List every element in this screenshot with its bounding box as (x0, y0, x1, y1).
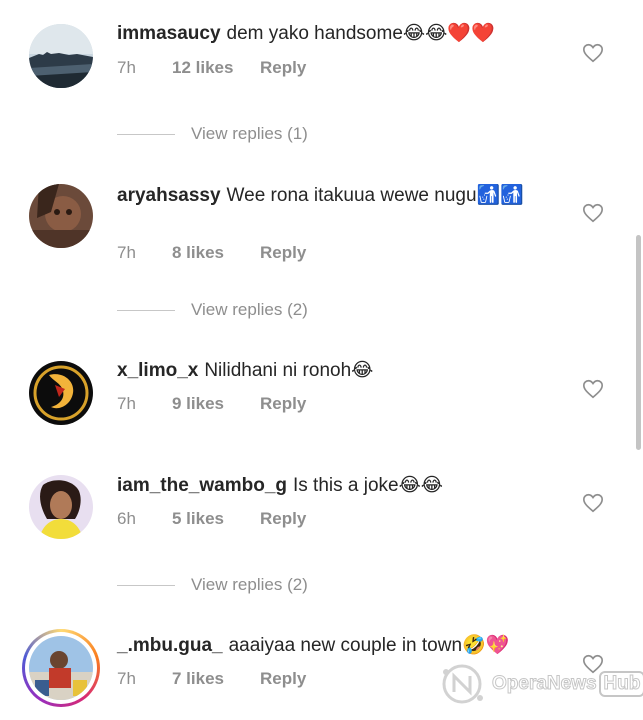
comment-time: 7h (117, 58, 136, 77)
comment-username[interactable]: immasaucy (117, 23, 221, 44)
avatar[interactable] (29, 636, 93, 700)
avatar[interactable] (29, 24, 93, 88)
comment-likes[interactable]: 12 likes (172, 58, 260, 78)
comment-time: 7h (117, 394, 136, 413)
scrollbar[interactable] (636, 235, 641, 450)
watermark-brand: OperaNews (492, 673, 598, 695)
heart-outline-icon[interactable] (582, 42, 604, 64)
view-replies-label: View replies (1) (191, 124, 308, 143)
reply-button[interactable]: Reply (260, 394, 306, 414)
comment-username[interactable]: iam_the_wambo_g (117, 475, 287, 496)
view-replies-link[interactable]: View replies (2) (117, 300, 308, 320)
comment-username[interactable]: x_limo_x (117, 360, 198, 381)
operanews-logo-icon (442, 664, 483, 704)
watermark: OperaNews Hub (440, 662, 643, 706)
comment-username[interactable]: aryahsassy (117, 185, 221, 206)
view-replies-divider (117, 584, 175, 586)
view-replies-divider (117, 309, 175, 311)
comment-meta: 7h 8 likes Reply (117, 243, 306, 263)
comment-text: _.mbu.gua_ aaaiyaa new couple in town🤣💖 (117, 630, 537, 661)
comment-emoji: 🤣💖 (462, 634, 510, 656)
comment-body: Wee rona itakuua wewe nugu (226, 185, 477, 206)
comment-text: aryahsassy Wee rona itakuua wewe nugu🚮🚮 (117, 180, 537, 211)
reply-button[interactable]: Reply (260, 58, 306, 78)
comment-text: iam_the_wambo_g Is this a joke😂😂 (117, 470, 537, 501)
comment-body: Nilidhani ni ronoh (204, 360, 352, 381)
comment-likes[interactable]: 7 likes (172, 669, 260, 689)
comment-emoji: 🚮🚮 (476, 184, 524, 206)
comment-emoji: 😂 (351, 359, 374, 381)
avatar[interactable] (29, 184, 93, 248)
view-replies-link[interactable]: View replies (1) (117, 124, 308, 144)
watermark-suffix: Hub (598, 671, 643, 697)
view-replies-link[interactable]: View replies (2) (117, 575, 308, 595)
comment-body: aaaiyaa new couple in town (228, 635, 463, 656)
comment-time: 7h (117, 243, 136, 262)
comment-likes[interactable]: 8 likes (172, 243, 260, 263)
view-replies-divider (117, 133, 175, 135)
comment-text: immasaucy dem yako handsome😂😂❤️❤️ (117, 18, 537, 49)
comment-body: Is this a joke (293, 475, 399, 496)
avatar[interactable] (29, 361, 93, 425)
reply-button[interactable]: Reply (260, 243, 306, 263)
reply-button[interactable]: Reply (260, 509, 306, 529)
heart-outline-icon[interactable] (582, 492, 604, 514)
comment-text: x_limo_x Nilidhani ni ronoh😂 (117, 355, 537, 386)
comment-meta: 6h 5 likes Reply (117, 509, 306, 529)
comment-likes[interactable]: 9 likes (172, 394, 260, 414)
comment-meta: 7h 7 likes Reply (117, 669, 306, 689)
comment-likes[interactable]: 5 likes (172, 509, 260, 529)
view-replies-label: View replies (2) (191, 300, 308, 319)
comment-body: dem yako handsome (226, 23, 403, 44)
comment-emoji: 😂😂❤️❤️ (402, 22, 495, 44)
comment-time: 6h (117, 509, 136, 528)
view-replies-label: View replies (2) (191, 575, 308, 594)
avatar[interactable] (29, 475, 93, 539)
heart-outline-icon[interactable] (582, 202, 604, 224)
comment-emoji: 😂😂 (398, 474, 444, 496)
comment-username[interactable]: _.mbu.gua_ (117, 635, 223, 656)
reply-button[interactable]: Reply (260, 669, 306, 689)
comment-time: 7h (117, 669, 136, 688)
heart-outline-icon[interactable] (582, 378, 604, 400)
comment-meta: 7h 12 likes Reply (117, 58, 306, 78)
comment-meta: 7h 9 likes Reply (117, 394, 306, 414)
